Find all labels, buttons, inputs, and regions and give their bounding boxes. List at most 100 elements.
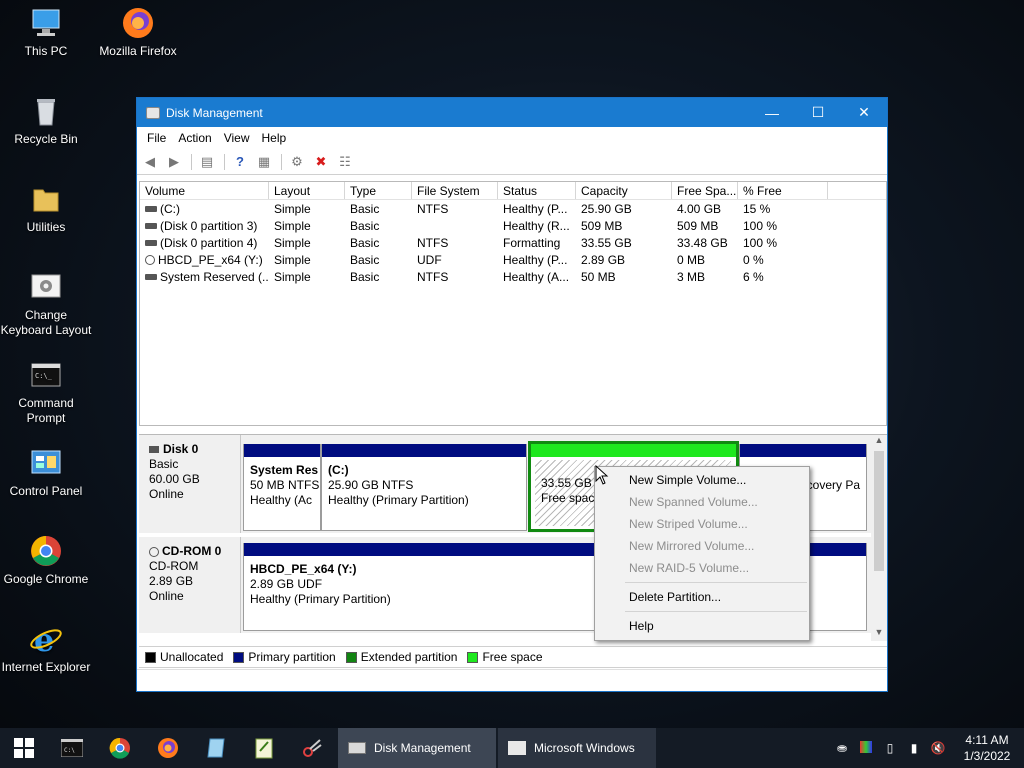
menu-item-delete-partition[interactable]: Delete Partition...	[595, 586, 809, 608]
taskbar-command-prompt[interactable]: C:\	[48, 728, 96, 768]
taskbar-firefox[interactable]	[144, 728, 192, 768]
desktop-icon-label: Keyboard Layout	[0, 323, 92, 337]
delete-icon[interactable]: ✖	[312, 154, 330, 170]
menu-file[interactable]: File	[141, 131, 172, 145]
volume-pct-free: 6 %	[743, 269, 764, 284]
taskbar-task-disk-management[interactable]: Disk Management	[338, 728, 496, 768]
connect-drive-icon[interactable]: ⚙	[288, 154, 306, 170]
scissors-tool-icon	[303, 739, 322, 757]
volume-capacity: 509 MB	[581, 218, 623, 233]
close-button[interactable]: ✕	[841, 98, 887, 127]
taskbar-task-microsoft-windows[interactable]: Microsoft Windows	[498, 728, 656, 768]
svg-text:C:\: C:\	[64, 747, 75, 754]
cd-drive-icon	[145, 255, 155, 266]
toolbar-separator	[224, 153, 225, 170]
table-row[interactable]: (Disk 0 partition 3) Simple Basic Health…	[140, 217, 886, 234]
back-icon[interactable]: ◀	[141, 154, 159, 170]
taskbar-chrome[interactable]	[96, 728, 144, 768]
disk-0-info[interactable]: Disk 0 Basic 60.00 GB Online	[139, 435, 241, 533]
svg-text:e: e	[34, 622, 54, 656]
firefox-icon	[121, 6, 155, 40]
column-capacity[interactable]: Capacity	[576, 182, 672, 199]
desktop-icon-firefox[interactable]: Mozilla Firefox	[92, 6, 184, 59]
desktop-icon-control-panel[interactable]: Control Panel	[0, 446, 92, 499]
notepad-icon	[207, 738, 225, 758]
volume-layout: Simple	[274, 201, 311, 216]
column-type[interactable]: Type	[345, 182, 412, 199]
cd-drive-icon	[149, 546, 159, 557]
table-row[interactable]: (Disk 0 partition 4) Simple Basic NTFS F…	[140, 234, 886, 251]
partition-name: (C:)	[328, 463, 349, 477]
show-hide-console-tree-icon[interactable]: ▤	[198, 154, 216, 170]
battery-icon[interactable]: ▮	[902, 741, 926, 755]
task-label: Disk Management	[374, 741, 471, 755]
volume-free: 4.00 GB	[677, 201, 722, 216]
column-file-system[interactable]: File System	[412, 182, 498, 199]
column-percent-free[interactable]: % Free	[738, 182, 828, 199]
taskbar-text-editor[interactable]	[240, 728, 288, 768]
menu-item-help[interactable]: Help	[595, 615, 809, 637]
check-icon[interactable]: ☷	[336, 154, 354, 170]
chrome-icon	[29, 534, 63, 568]
minimize-button[interactable]: —	[749, 98, 795, 127]
partition-system-reserved[interactable]: System Res 50 MB NTFS Healthy (Ac	[243, 444, 321, 531]
desktop-icon-recycle-bin[interactable]: Recycle Bin	[0, 94, 92, 147]
scroll-down-icon[interactable]: ▼	[871, 627, 887, 641]
cdrom-0-info[interactable]: CD-ROM 0 CD-ROM 2.89 GB Online	[139, 537, 241, 633]
menu-action[interactable]: Action	[172, 131, 217, 145]
volume-capacity: 2.89 GB	[581, 252, 626, 267]
desktop-icon-internet-explorer[interactable]: e Internet Explorer	[0, 621, 92, 675]
drive-icon	[145, 274, 157, 281]
scrollbar-thumb[interactable]	[874, 451, 884, 571]
column-free-space[interactable]: Free Spa...	[672, 182, 738, 199]
desktop-icon-this-pc[interactable]: This PC	[0, 6, 92, 59]
disk-size: 60.00 GB	[149, 472, 200, 486]
command-prompt-icon: C:\_	[29, 358, 63, 392]
help-icon[interactable]: ?	[231, 154, 249, 170]
volume-name: (Disk 0 partition 3)	[160, 218, 258, 233]
menu-item-new-simple-volume[interactable]: New Simple Volume...	[595, 469, 809, 491]
desktop-icon-label: This PC	[24, 44, 68, 58]
volume-name: HBCD_PE_x64 (Y:)	[158, 252, 263, 267]
partition-c[interactable]: (C:) 25.90 GB NTFS Healthy (Primary Part…	[321, 444, 527, 531]
desktop-icon-change-keyboard-layout[interactable]: Change Keyboard Layout	[0, 270, 92, 338]
table-row[interactable]: (C:) Simple Basic NTFS Healthy (P... 25.…	[140, 200, 886, 217]
window-list-icon	[508, 741, 526, 755]
properties-icon[interactable]: ▦	[255, 154, 273, 170]
computer-icon	[29, 6, 63, 40]
network-icon[interactable]: ⛂	[830, 741, 854, 755]
clock[interactable]: 4:11 AM 1/3/2022	[950, 732, 1024, 764]
legend-label: Unallocated	[160, 650, 224, 664]
menu-help[interactable]: Help	[256, 131, 293, 145]
volume-list[interactable]: Volume Layout Type File System Status Ca…	[139, 181, 887, 426]
scroll-up-icon[interactable]: ▲	[871, 435, 887, 449]
text-editor-icon	[255, 738, 273, 759]
usb-icon[interactable]: ▯	[878, 741, 902, 755]
disk-pane-scrollbar[interactable]: ▲ ▼	[871, 435, 887, 641]
taskbar-notepad[interactable]	[192, 728, 240, 768]
title-bar[interactable]: Disk Management — ☐ ✕	[137, 98, 887, 127]
maximize-button[interactable]: ☐	[795, 98, 841, 127]
window-title: Disk Management	[166, 105, 263, 120]
menu-item-new-spanned-volume: New Spanned Volume...	[629, 495, 758, 509]
menu-view[interactable]: View	[218, 131, 256, 145]
column-volume[interactable]: Volume	[140, 182, 269, 199]
desktop-icon-google-chrome[interactable]: Google Chrome	[0, 534, 92, 587]
taskbar-tool[interactable]	[288, 728, 336, 768]
column-status[interactable]: Status	[498, 182, 576, 199]
chrome-icon	[109, 737, 130, 759]
volume-muted-icon[interactable]: 🔇	[926, 741, 950, 755]
color-app-icon[interactable]	[854, 740, 878, 756]
system-tray: ⛂ ▯ ▮ 🔇 4:11 AM 1/3/2022	[830, 728, 1024, 768]
forward-icon[interactable]: ▶	[165, 154, 183, 170]
partition-context-menu: New Simple Volume... New Spanned Volume.…	[594, 466, 810, 641]
partition-size: 25.90 GB NTFS	[328, 478, 414, 492]
desktop-icon-utilities[interactable]: Utilities	[0, 182, 92, 235]
hard-disk-icon	[149, 446, 159, 453]
desktop-icon-command-prompt[interactable]: C:\_ Command Prompt	[0, 358, 92, 426]
table-row[interactable]: System Reserved (... Simple Basic NTFS H…	[140, 268, 886, 285]
column-layout[interactable]: Layout	[269, 182, 345, 199]
start-button[interactable]	[0, 728, 48, 768]
disk-state: Online	[149, 487, 184, 501]
table-row[interactable]: HBCD_PE_x64 (Y:) Simple Basic UDF Health…	[140, 251, 886, 268]
